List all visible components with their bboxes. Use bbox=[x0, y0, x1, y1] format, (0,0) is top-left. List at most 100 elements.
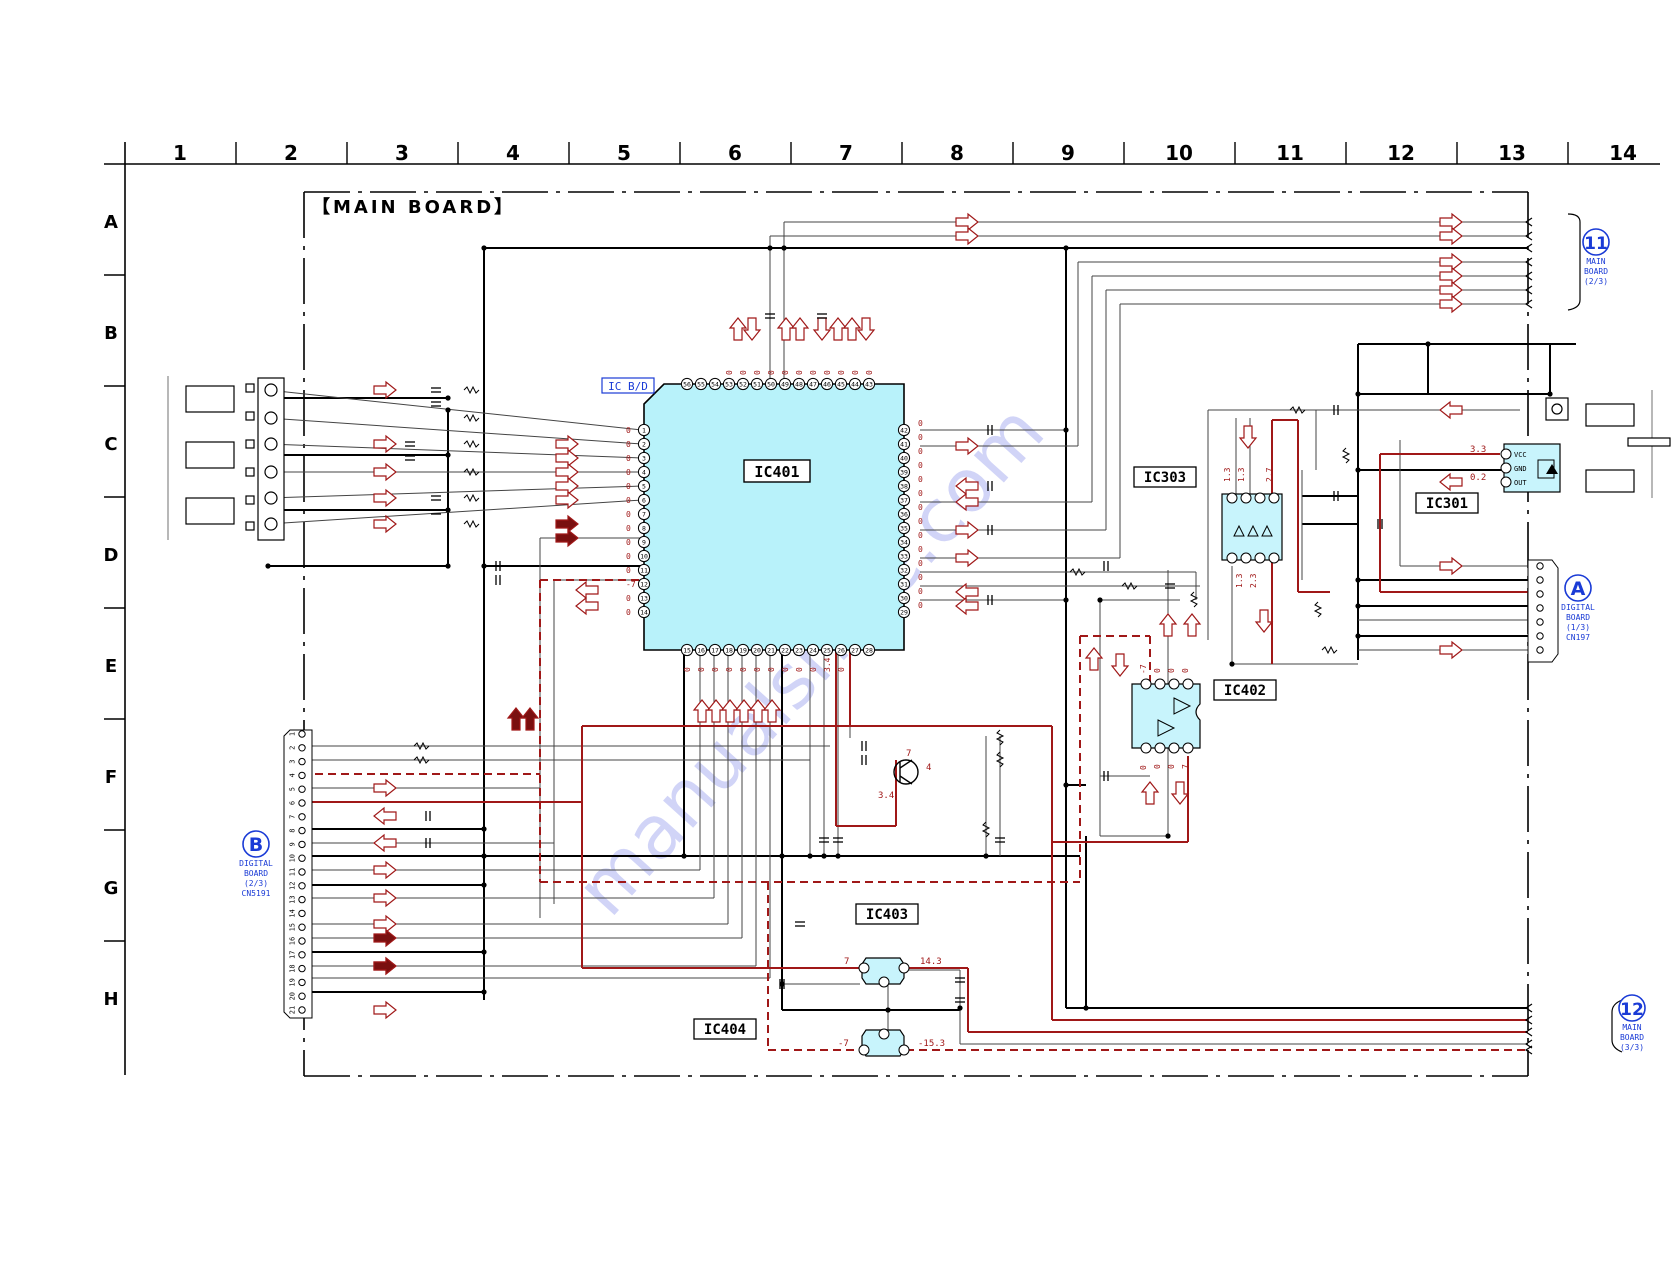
ic401-volt-left: 0 bbox=[626, 552, 631, 561]
signal-arrow bbox=[575, 596, 599, 616]
junction-dot bbox=[1097, 597, 1103, 603]
ref-11-label: MAIN BOARD (2/3) bbox=[1584, 257, 1608, 286]
column-ticks: 1 2 3 4 5 6 7 8 9 10 11 12 13 14 bbox=[173, 141, 1637, 165]
junction-dot bbox=[681, 853, 687, 859]
row-label: A bbox=[104, 212, 118, 233]
resistor bbox=[1313, 601, 1323, 618]
ic401-volt-bottom: 0 bbox=[767, 667, 776, 672]
red-dashed-wiring bbox=[302, 579, 1528, 1051]
signal-arrow bbox=[555, 514, 579, 534]
ic401-pin-top-number: 55 bbox=[697, 381, 705, 389]
ic401-pin-left-number: 9 bbox=[642, 539, 646, 547]
ic301-v-vcc: 3.3 bbox=[1470, 445, 1486, 455]
ic401-pin-left-number: 11 bbox=[640, 567, 648, 575]
junction-dot bbox=[1547, 391, 1553, 397]
ic301-gnd: GND bbox=[1514, 465, 1527, 473]
junction-dot bbox=[445, 563, 451, 569]
ic401-volt-bottom: 0 bbox=[809, 667, 818, 672]
ic401-volt-top: 0 bbox=[753, 370, 762, 375]
ic401-volt-left: 0 bbox=[626, 524, 631, 533]
junction-dot bbox=[445, 452, 451, 458]
ic401-pin-bottom-number: 24 bbox=[809, 647, 817, 655]
ic401-pin-bottom-number: 25 bbox=[823, 647, 831, 655]
black-wiring bbox=[268, 247, 1576, 1011]
ic301-v-out: 0.2 bbox=[1470, 473, 1486, 483]
ic401-volt-right: 0 bbox=[918, 489, 923, 498]
connector-b-pin bbox=[298, 785, 306, 793]
column-label: 9 bbox=[1061, 141, 1075, 165]
ref-12: 12 MAIN BOARD (3/3) bbox=[1618, 994, 1646, 1052]
ic401-pin-left-number: 13 bbox=[640, 595, 648, 603]
ic403-v-in: 7 bbox=[844, 957, 849, 967]
ic401-pin-right-number: 32 bbox=[900, 567, 908, 575]
ref-b-label: DIGITAL BOARD (2/3) CN5191 bbox=[239, 859, 273, 898]
junction-dot bbox=[1355, 633, 1361, 639]
signal-arrow bbox=[555, 528, 579, 548]
junction-dot bbox=[445, 395, 451, 401]
board-outline bbox=[303, 191, 1529, 1077]
ic401-pin-right-number: 34 bbox=[900, 539, 908, 547]
row-label: E bbox=[105, 656, 117, 677]
ic401-volt-top: 0 bbox=[739, 370, 748, 375]
connector-b-pin-number: 20 bbox=[289, 992, 297, 1000]
ic401-volt-right: 0 bbox=[918, 419, 923, 428]
ic401-pin-top-number: 52 bbox=[739, 381, 747, 389]
row-label: B bbox=[104, 323, 118, 344]
ic401-pin-bottom-number: 19 bbox=[739, 647, 747, 655]
ref-b-letter: B bbox=[249, 834, 263, 856]
ic401-volt-left: 0 bbox=[626, 454, 631, 463]
signal-arrow bbox=[520, 707, 540, 731]
ic401-volt-bottom: 0 bbox=[725, 667, 734, 672]
transistor-v-b: 7 bbox=[906, 749, 911, 759]
column-label: 8 bbox=[950, 141, 964, 165]
column-label: 1 bbox=[173, 141, 187, 165]
junction-dot bbox=[885, 1007, 891, 1013]
signal-arrow bbox=[373, 806, 397, 826]
ic401-volt-bottom: 0 bbox=[683, 667, 692, 672]
connector-b-pin-number: 5 bbox=[289, 787, 297, 791]
connector-b-pin bbox=[298, 868, 306, 876]
resistor bbox=[463, 519, 480, 529]
junction-dot bbox=[481, 245, 487, 251]
ic401-pin-right-number: 38 bbox=[900, 483, 908, 491]
signal-arrow bbox=[555, 448, 579, 468]
signal-arrow bbox=[955, 226, 979, 246]
ic403-chip: 7 14.3 bbox=[844, 957, 942, 988]
row-label: D bbox=[104, 545, 119, 566]
ic401-volt-right: 0 bbox=[918, 475, 923, 484]
junction-dot bbox=[779, 981, 785, 987]
column-label: 4 bbox=[506, 141, 520, 165]
resistor bbox=[463, 413, 480, 423]
column-label: 11 bbox=[1276, 141, 1304, 165]
ic401-pin-top-number: 49 bbox=[781, 381, 789, 389]
signal-arrow bbox=[828, 317, 848, 341]
ic401-volt-top: 0 bbox=[795, 370, 804, 375]
ic401-volt-left: 0 bbox=[626, 538, 631, 547]
junction-dot bbox=[481, 563, 487, 569]
row-label: H bbox=[103, 989, 118, 1010]
ref-a-letter: A bbox=[1571, 578, 1586, 600]
signal-arrow bbox=[373, 860, 397, 880]
connector-b-pin bbox=[298, 730, 306, 738]
connector-b-pin-number: 9 bbox=[289, 842, 297, 846]
junction-dot bbox=[835, 853, 841, 859]
ic401-volt-right: 0 bbox=[918, 587, 923, 596]
column-label: 3 bbox=[395, 141, 409, 165]
ic401-pin-bottom-number: 20 bbox=[753, 647, 761, 655]
ic401-volt-right: 0 bbox=[918, 559, 923, 568]
connector-b-pin-number: 3 bbox=[289, 759, 297, 763]
junction-dot bbox=[1425, 341, 1431, 347]
ic401-pin-bottom-number: 17 bbox=[711, 647, 719, 655]
ic401-volt-right: 0 bbox=[918, 531, 923, 540]
signal-arrow bbox=[842, 317, 862, 341]
resistor bbox=[463, 493, 480, 503]
ic401-pin-left-number: 3 bbox=[642, 455, 646, 463]
connector-b-pin bbox=[298, 992, 306, 1000]
ic401-volt-right: 0 bbox=[918, 517, 923, 526]
signal-arrow bbox=[555, 462, 579, 482]
signal-arrow bbox=[776, 317, 796, 341]
ic401-pin-bottom-number: 22 bbox=[781, 647, 789, 655]
ic403-label: IC403 bbox=[866, 907, 908, 923]
ic401-volt-top: 0 bbox=[851, 370, 860, 375]
ic401-volt-left: 0 bbox=[626, 440, 631, 449]
